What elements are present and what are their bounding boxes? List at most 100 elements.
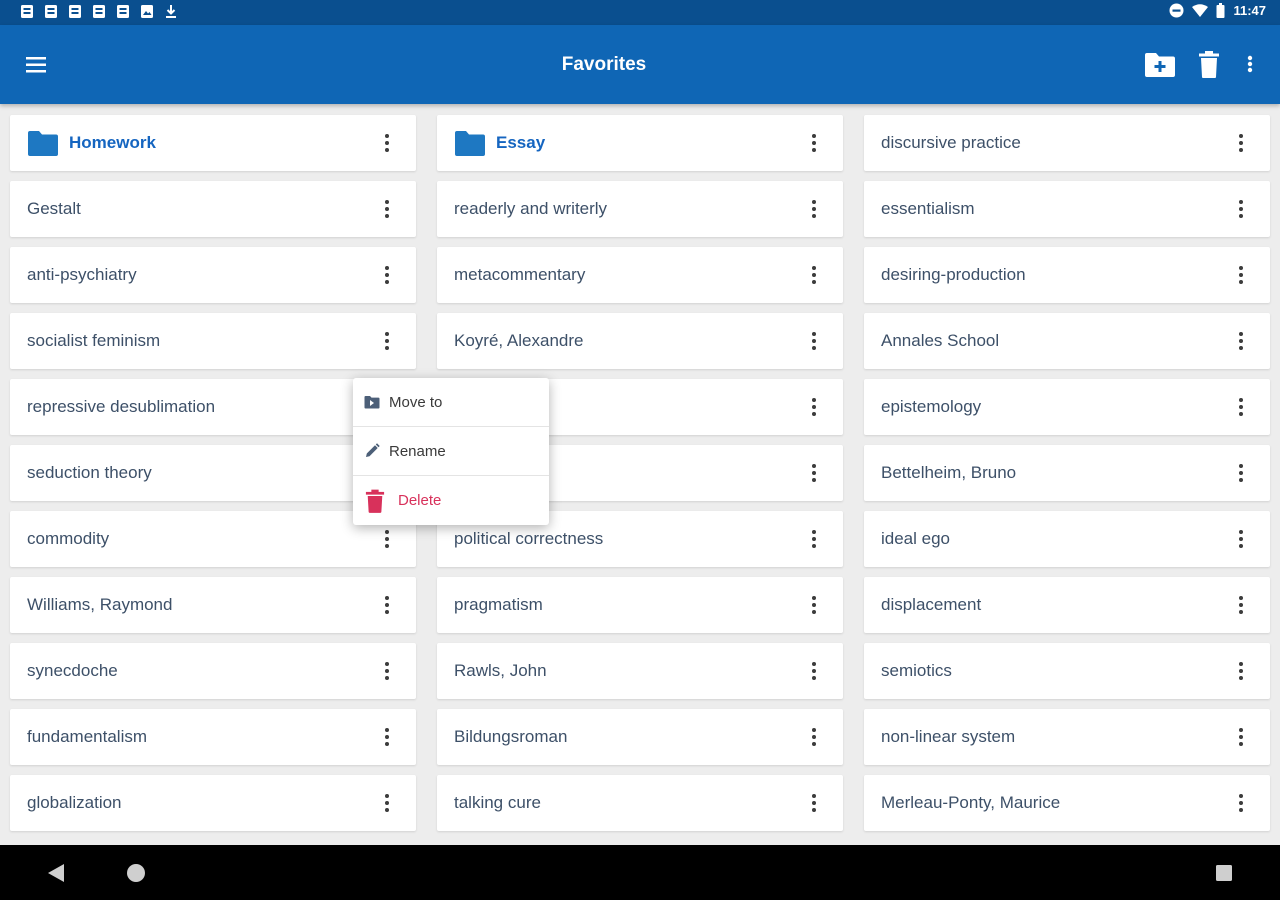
- item-label: talking cure: [454, 793, 541, 812]
- favorite-item[interactable]: Bettelheim, Bruno: [864, 445, 1270, 501]
- more-vert-icon[interactable]: [805, 659, 823, 683]
- favorites-grid: Homework Essay discursive practice Gestalt r…: [10, 115, 1270, 831]
- back-icon[interactable]: [47, 863, 65, 883]
- menu-item-delete[interactable]: Delete: [353, 476, 549, 525]
- more-vert-icon[interactable]: [805, 725, 823, 749]
- favorite-item[interactable]: semiotics: [864, 643, 1270, 699]
- favorite-item[interactable]: Gestalt: [10, 181, 416, 237]
- navigation-bar: [0, 845, 1280, 900]
- item-label: desiring-production: [881, 265, 1026, 284]
- more-vert-icon[interactable]: [1232, 659, 1250, 683]
- favorite-item[interactable]: Rawls, John: [437, 643, 843, 699]
- favorite-item[interactable]: desiring-production: [864, 247, 1270, 303]
- more-vert-icon[interactable]: [1232, 329, 1250, 353]
- more-vert-icon[interactable]: [805, 131, 823, 155]
- favorite-item[interactable]: readerly and writerly: [437, 181, 843, 237]
- favorite-item[interactable]: anti-psychiatry: [10, 247, 416, 303]
- favorite-item[interactable]: discursive practice: [864, 115, 1270, 171]
- do-not-disturb-icon: [1169, 3, 1184, 18]
- more-vert-icon[interactable]: [378, 263, 396, 287]
- more-vert-icon[interactable]: [805, 197, 823, 221]
- item-label: non-linear system: [881, 727, 1016, 746]
- more-vert-icon[interactable]: [378, 131, 396, 155]
- favorite-item[interactable]: socialist feminism: [10, 313, 416, 369]
- favorite-item[interactable]: Annales School: [864, 313, 1270, 369]
- more-vert-icon[interactable]: [805, 329, 823, 353]
- move-to-folder-icon: [364, 396, 380, 409]
- more-vert-icon[interactable]: [805, 461, 823, 485]
- more-vert-icon[interactable]: [805, 593, 823, 617]
- more-vert-icon[interactable]: [1232, 725, 1250, 749]
- image-notification-icon: [141, 5, 153, 18]
- favorite-item[interactable]: metacommentary: [437, 247, 843, 303]
- favorite-item[interactable]: Bildungsroman: [437, 709, 843, 765]
- menu-item-move-to[interactable]: Move to: [353, 378, 549, 427]
- pencil-icon: [366, 443, 380, 457]
- favorite-item[interactable]: talking cure: [437, 775, 843, 831]
- item-label: Homework: [69, 133, 156, 152]
- page-title: Favorites: [561, 54, 647, 75]
- recents-icon[interactable]: [1215, 864, 1233, 882]
- favorite-item[interactable]: ideal ego: [864, 511, 1270, 567]
- item-label: socialist feminism: [27, 331, 161, 350]
- more-vert-icon[interactable]: [378, 725, 396, 749]
- more-vert-icon[interactable]: [1232, 131, 1250, 155]
- status-time: 11:47: [1233, 3, 1266, 18]
- folder-item[interactable]: Homework: [10, 115, 416, 171]
- more-vert-icon[interactable]: [805, 791, 823, 815]
- more-vert-icon[interactable]: [378, 527, 396, 551]
- item-label: Bildungsroman: [454, 727, 568, 746]
- favorite-item[interactable]: pragmatism: [437, 577, 843, 633]
- more-vert-icon[interactable]: [1232, 263, 1250, 287]
- item-label: Koyré, Alexandre: [454, 331, 584, 350]
- more-vert-icon[interactable]: [378, 791, 396, 815]
- favorite-item[interactable]: Koyré, Alexandre: [437, 313, 843, 369]
- item-label: seduction theory: [27, 463, 152, 482]
- item-label: essentialism: [881, 199, 975, 218]
- more-vert-icon[interactable]: [1240, 49, 1260, 79]
- favorite-item[interactable]: displacement: [864, 577, 1270, 633]
- favorite-item[interactable]: epistemology: [864, 379, 1270, 435]
- item-label: ideal ego: [881, 529, 951, 548]
- more-vert-icon[interactable]: [805, 395, 823, 419]
- notification-icon: [117, 5, 129, 18]
- download-notification-icon: [166, 5, 176, 18]
- context-menu: Move to Rename Delete: [353, 378, 549, 525]
- home-icon[interactable]: [126, 863, 146, 883]
- favorite-item[interactable]: Merleau-Ponty, Maurice: [864, 775, 1270, 831]
- delete-icon[interactable]: [1198, 49, 1220, 79]
- more-vert-icon[interactable]: [1232, 593, 1250, 617]
- status-bar: 11:47: [0, 0, 1280, 25]
- item-label: Merleau-Ponty, Maurice: [881, 793, 1061, 812]
- more-vert-icon[interactable]: [1232, 527, 1250, 551]
- notification-icon: [93, 5, 105, 18]
- item-label: discursive practice: [881, 133, 1021, 152]
- favorite-item[interactable]: globalization: [10, 775, 416, 831]
- more-vert-icon[interactable]: [378, 329, 396, 353]
- more-vert-icon[interactable]: [378, 659, 396, 683]
- more-vert-icon[interactable]: [1232, 197, 1250, 221]
- item-label: anti-psychiatry: [27, 265, 137, 284]
- favorite-item[interactable]: fundamentalism: [10, 709, 416, 765]
- more-vert-icon[interactable]: [1232, 461, 1250, 485]
- new-folder-icon[interactable]: [1144, 49, 1176, 79]
- folder-item[interactable]: Essay: [437, 115, 843, 171]
- favorite-item[interactable]: synecdoche: [10, 643, 416, 699]
- more-vert-icon[interactable]: [805, 527, 823, 551]
- item-label: Annales School: [881, 331, 1000, 350]
- favorite-item[interactable]: essentialism: [864, 181, 1270, 237]
- more-vert-icon[interactable]: [378, 197, 396, 221]
- more-vert-icon[interactable]: [1232, 395, 1250, 419]
- folder-icon: [28, 131, 58, 156]
- favorite-item[interactable]: Williams, Raymond: [10, 577, 416, 633]
- favorite-item[interactable]: non-linear system: [864, 709, 1270, 765]
- more-vert-icon[interactable]: [805, 263, 823, 287]
- item-label: fundamentalism: [27, 727, 148, 746]
- more-vert-icon[interactable]: [1232, 791, 1250, 815]
- item-label: readerly and writerly: [454, 199, 608, 218]
- item-label: political correctness: [454, 529, 604, 548]
- item-label: commodity: [27, 529, 110, 548]
- item-label: globalization: [27, 793, 122, 812]
- more-vert-icon[interactable]: [378, 593, 396, 617]
- menu-item-rename[interactable]: Rename: [353, 427, 549, 476]
